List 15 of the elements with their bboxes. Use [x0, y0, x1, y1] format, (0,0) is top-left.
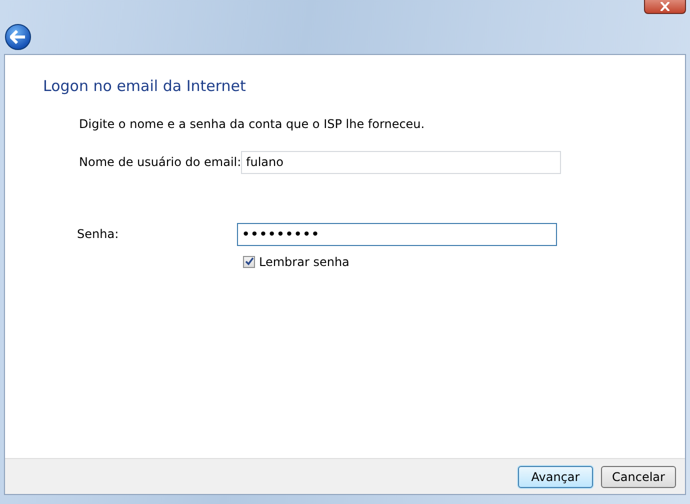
- checkbox-label: Lembrar senha: [259, 254, 350, 270]
- input-field[interactable]: fulano: [241, 150, 561, 174]
- dialog-button[interactable]: Avançar: [518, 466, 593, 488]
- input-field[interactable]: •••••••••: [237, 222, 557, 246]
- page-heading: Logon no email da Internet: [43, 76, 247, 97]
- field-label: Senha:: [77, 226, 120, 243]
- dialog-button[interactable]: Cancelar: [601, 466, 676, 488]
- close-icon: [660, 2, 670, 11]
- instruction-text: Digite o nome e a senha da conta que o ISP lhe forneceu.: [79, 116, 426, 132]
- back-arrow-icon: [10, 30, 26, 44]
- check-icon: [244, 257, 254, 266]
- checkbox[interactable]: [243, 256, 255, 268]
- close-button[interactable]: [644, 0, 686, 14]
- back-button[interactable]: [5, 24, 31, 50]
- field-label: Nome de usuário do email:: [79, 154, 241, 171]
